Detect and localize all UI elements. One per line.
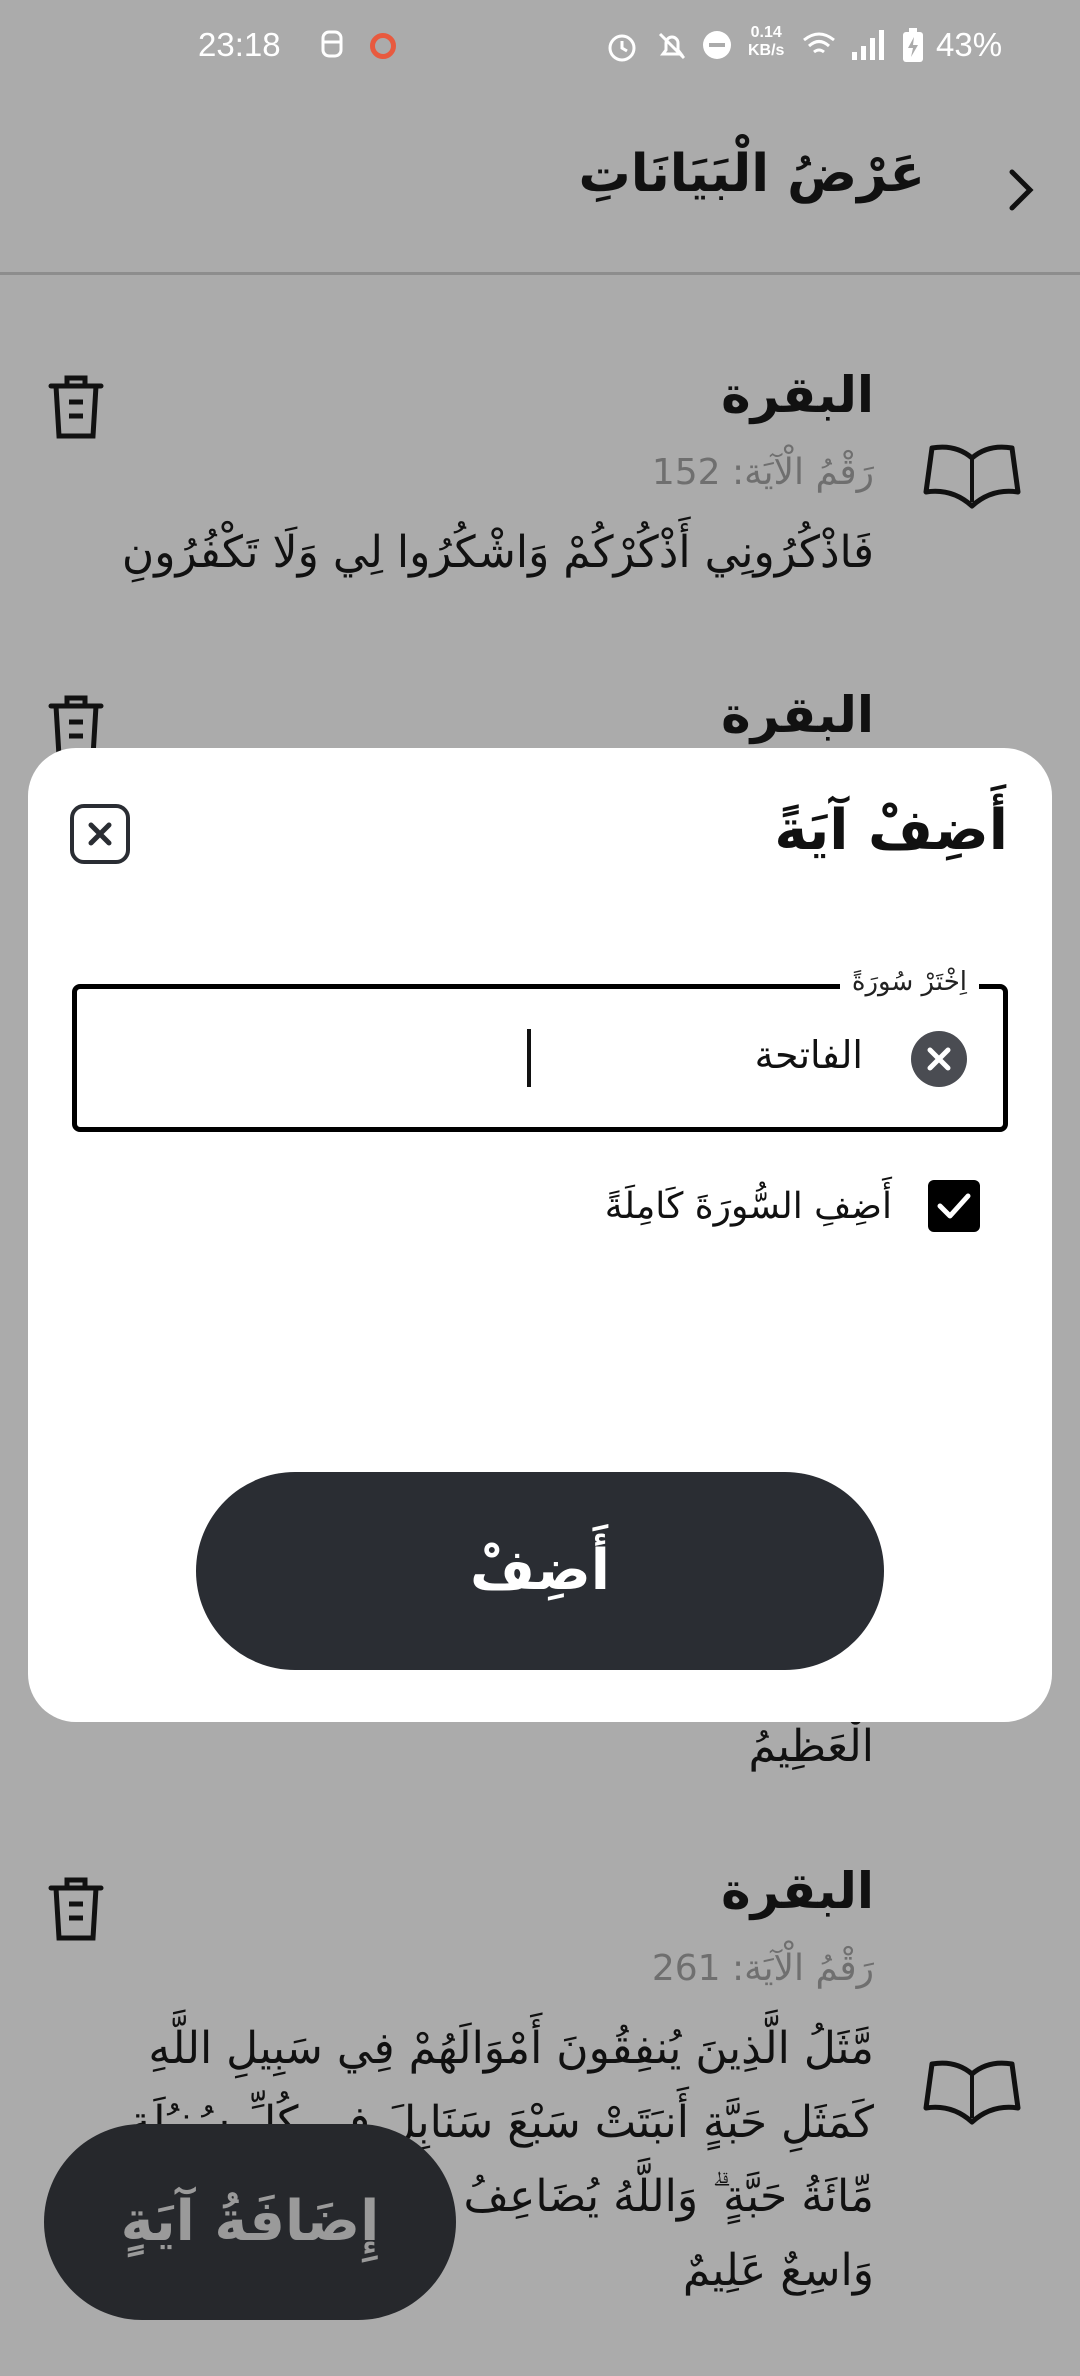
delete-button[interactable] (45, 1874, 107, 1944)
chevron-right-icon (1009, 169, 1034, 211)
ayah-number: رَقْمُ الْآيَة: 152 (651, 452, 874, 493)
do-not-disturb-icon (700, 28, 734, 68)
add-ayah-fab[interactable]: إِضَافَةُ آيَةٍ (44, 2124, 456, 2320)
dialog-title: أَضِفْ آيَةً (774, 798, 1008, 863)
page-title: عَرْضُ الْبَيَانَاتِ (578, 144, 925, 204)
status-bar: 23:18 0.14 KB/s 43% (0, 0, 1080, 90)
ayah-text: فَاذْكُرُونِي أَذْكُرْكُمْ وَاشْكُرُوا ل… (121, 527, 874, 578)
alarm-icon (604, 28, 640, 70)
signal-icon (850, 28, 886, 68)
delete-button[interactable] (45, 372, 107, 442)
surah-select-field[interactable]: اِخْتَرْ سُورَةً الفاتحة (72, 967, 1008, 1132)
mute-bell-icon (654, 28, 690, 70)
full-surah-option[interactable]: أَضِفِ السُّورَةَ كَامِلَةً (72, 1180, 1008, 1240)
full-surah-checkbox[interactable] (928, 1180, 980, 1232)
battery-charging-icon (900, 28, 926, 70)
field-label: اِخْتَرْ سُورَةً (839, 967, 979, 997)
close-dialog-button[interactable] (70, 804, 130, 864)
network-speed: 0.14 KB/s (748, 24, 785, 59)
surah-name: البقرة (721, 366, 874, 424)
add-ayah-dialog: أَضِفْ آيَةً اِخْتَرْ سُورَةً الفاتحة أَ… (28, 748, 1052, 1722)
trash-icon (48, 1877, 104, 1941)
battery-percent: 43% (936, 26, 1003, 63)
app-bar: عَرْضُ الْبَيَانَاتِ (0, 90, 1080, 275)
surah-input[interactable]: الفاتحة (755, 1033, 863, 1077)
open-book-icon (923, 2060, 1021, 2125)
clear-icon (927, 1047, 951, 1071)
checkmark-icon (937, 1193, 971, 1219)
trash-icon (48, 375, 104, 439)
recording-icon (370, 33, 396, 59)
surah-name: البقرة (721, 1862, 874, 1920)
clear-field-button[interactable] (911, 1031, 967, 1087)
clock: 23:18 (198, 26, 281, 63)
mushaf-button[interactable] (922, 2052, 1022, 2132)
robot-icon (320, 28, 344, 66)
surah-name: البقرة (721, 686, 874, 744)
wifi-icon (800, 28, 838, 68)
checkbox-label: أَضِفِ السُّورَةَ كَامِلَةً (604, 1186, 892, 1227)
back-button[interactable] (990, 160, 1050, 220)
ayah-number: رَقْمُ الْآيَة: 261 (651, 1948, 874, 1989)
open-book-icon (923, 444, 1021, 509)
close-icon (88, 822, 112, 846)
mushaf-button[interactable] (922, 436, 1022, 516)
text-cursor (527, 1029, 531, 1087)
add-button[interactable]: أَضِفْ (196, 1472, 884, 1670)
